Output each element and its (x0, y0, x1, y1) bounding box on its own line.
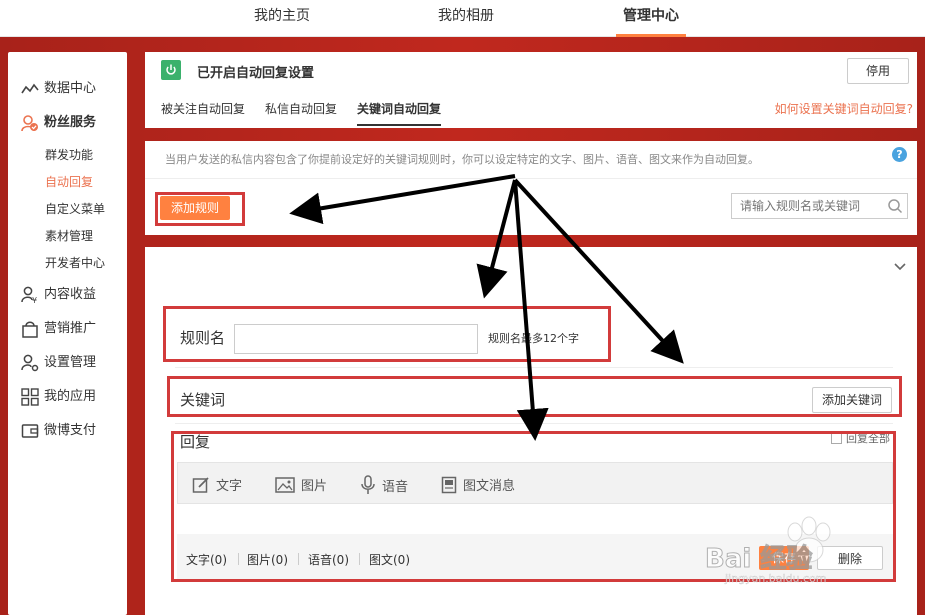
tab-keyword-auto-reply[interactable]: 关键词自动回复 (357, 100, 442, 126)
chevron-down-icon[interactable] (893, 259, 907, 273)
sidebar: 数据中心 粉丝服务 群发功能 自动回复 自定义菜单 素材管理 开发者中心 ¥ 内… (8, 52, 127, 615)
help-icon[interactable]: ? (892, 147, 907, 162)
bag-icon (21, 320, 39, 338)
user-gear-icon (21, 354, 39, 372)
trend-line-icon (21, 80, 39, 98)
rule-search-input[interactable] (732, 194, 877, 218)
wallet-icon (21, 422, 39, 440)
sidebar-item-label: 微博支付 (44, 423, 97, 438)
divider (175, 423, 893, 424)
divider (175, 367, 893, 368)
user-yen-icon: ¥ (21, 286, 39, 304)
status-title: 已开启自动回复设置 (197, 66, 315, 81)
sidebar-item-settings[interactable]: 设置管理 (21, 352, 96, 374)
sidebar-sub-auto-reply[interactable]: 自动回复 (45, 173, 93, 191)
rule-search-box (731, 193, 908, 219)
sidebar-item-my-apps[interactable]: 我的应用 (21, 386, 96, 408)
search-icon[interactable] (887, 198, 903, 214)
sidebar-item-weibo-pay[interactable]: 微博支付 (21, 420, 96, 442)
svg-text:¥: ¥ (32, 296, 37, 304)
watermark-text: Bai 经验 (704, 544, 813, 575)
sidebar-item-label: 数据中心 (44, 81, 97, 96)
disable-button[interactable]: 停用 (847, 58, 909, 84)
sidebar-item-label: 我的应用 (44, 389, 97, 404)
sidebar-sub-custom-menu[interactable]: 自定义菜单 (45, 200, 105, 218)
sidebar-item-fan-service[interactable]: 粉丝服务 (21, 112, 96, 134)
keyword-rule-description: 当用户发送的私信内容包含了你提前设定好的关键词规则时，你可以设定特定的文字、图片… (165, 153, 759, 166)
sidebar-item-data-center[interactable]: 数据中心 (21, 78, 96, 100)
sidebar-item-label: 设置管理 (44, 355, 97, 370)
fans-icon (21, 114, 39, 132)
sidebar-sub-mass-send[interactable]: 群发功能 (45, 146, 93, 164)
tab-message-auto-reply[interactable]: 私信自动回复 (265, 100, 337, 117)
top-navigation: 我的主页 我的相册 管理中心 (0, 0, 925, 37)
power-icon (161, 60, 181, 80)
watermark: Bai 经验 jingyan.baidu.com (704, 510, 905, 590)
tab-follow-auto-reply[interactable]: 被关注自动回复 (161, 100, 245, 117)
annotation-box-keyword (167, 376, 902, 417)
watermark-url: jingyan.baidu.com (725, 572, 827, 585)
auto-reply-header-panel: 已开启自动回复设置 停用 被关注自动回复 私信自动回复 关键词自动回复 如何设置… (145, 52, 917, 128)
sidebar-item-label: 粉丝服务 (44, 115, 97, 130)
sidebar-item-content-revenue[interactable]: ¥ 内容收益 (21, 284, 96, 306)
sidebar-item-label: 营销推广 (44, 321, 97, 336)
grid-icon (21, 388, 39, 406)
tab-my-homepage[interactable]: 我的主页 (238, 0, 326, 37)
sidebar-item-label: 内容收益 (44, 287, 97, 302)
divider (145, 178, 917, 179)
tab-my-album[interactable]: 我的相册 (422, 0, 510, 37)
annotation-box-add-rule (155, 192, 245, 226)
sidebar-sub-material[interactable]: 素材管理 (45, 227, 93, 245)
annotation-box-rule-name (163, 306, 611, 362)
sidebar-sub-developer[interactable]: 开发者中心 (45, 254, 105, 272)
tab-management-center[interactable]: 管理中心 (616, 0, 686, 37)
keyword-help-link[interactable]: 如何设置关键词自动回复? (775, 100, 913, 117)
rules-toolbar-panel: 当用户发送的私信内容包含了你提前设定好的关键词规则时，你可以设定特定的文字、图片… (145, 141, 917, 235)
sidebar-item-marketing[interactable]: 营销推广 (21, 318, 96, 340)
